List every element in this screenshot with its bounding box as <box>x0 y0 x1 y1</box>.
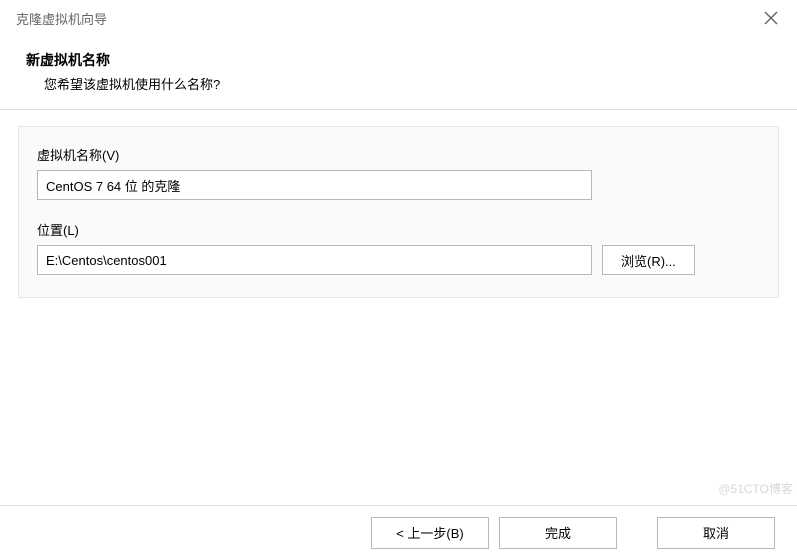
page-subtitle: 您希望该虚拟机使用什么名称? <box>26 74 771 93</box>
close-button[interactable] <box>757 4 785 32</box>
finish-button[interactable]: 完成 <box>499 517 617 549</box>
browse-button[interactable]: 浏览(R)... <box>602 245 695 275</box>
cancel-button[interactable]: 取消 <box>657 517 775 549</box>
window-title: 克隆虚拟机向导 <box>16 9 107 28</box>
location-input[interactable] <box>37 245 592 275</box>
vm-name-row <box>37 170 760 200</box>
location-row: 浏览(R)... <box>37 245 760 275</box>
watermark: @51CTO博客 <box>718 480 793 497</box>
vm-name-group: 虚拟机名称(V) <box>37 145 760 200</box>
wizard-footer: < 上一步(B) 完成 取消 <box>0 505 797 559</box>
vm-name-label: 虚拟机名称(V) <box>37 145 760 164</box>
back-button[interactable]: < 上一步(B) <box>371 517 489 549</box>
vm-name-input[interactable] <box>37 170 592 200</box>
location-group: 位置(L) 浏览(R)... <box>37 220 760 275</box>
titlebar: 克隆虚拟机向导 <box>0 0 797 36</box>
wizard-header: 新虚拟机名称 您希望该虚拟机使用什么名称? <box>0 36 797 110</box>
close-icon <box>764 11 778 25</box>
page-title: 新虚拟机名称 <box>26 50 771 70</box>
location-label: 位置(L) <box>37 220 760 239</box>
content-panel: 虚拟机名称(V) 位置(L) 浏览(R)... <box>18 126 779 298</box>
